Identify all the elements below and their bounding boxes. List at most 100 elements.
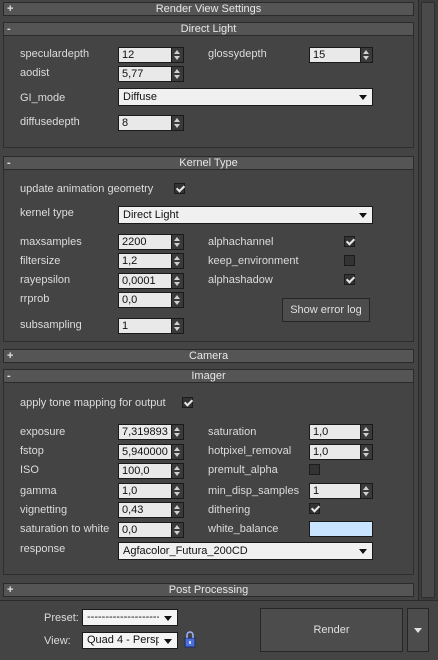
direct-light-rollout-header[interactable]: - Direct Light [3,22,414,36]
subsampling-spinner[interactable]: 1 [118,318,184,334]
diffusedepth-spinner[interactable]: 8 [118,115,184,131]
exposure-spinner[interactable]: 7,319893 [118,424,184,440]
chevron-down-icon [164,639,172,644]
saturation-to-white-spinner[interactable]: 0,0 [118,522,184,538]
spinner-arrows-icon[interactable] [171,48,183,62]
spinner-arrows-icon[interactable] [171,293,183,307]
spinner-arrows-icon[interactable] [171,254,183,268]
filtersize-spinner[interactable]: 1,2 [118,253,184,269]
spinner-arrows-icon[interactable] [171,484,183,498]
subsampling-value[interactable]: 1 [119,319,171,333]
alphashadow-checkbox[interactable] [344,274,355,285]
expand-icon: + [7,350,14,362]
rayepsilon-label: rayepsilon [20,274,71,286]
iso-value[interactable]: 100,0 [119,464,171,478]
post-processing-rollout-header[interactable]: + Post Processing [3,583,414,597]
aodist-value[interactable]: 5,77 [119,67,171,81]
alphachannel-checkbox[interactable] [344,236,355,247]
saturation-value[interactable]: 1,0 [310,425,360,439]
fstop-spinner[interactable]: 5,940000 [118,444,184,460]
spinner-arrows-icon[interactable] [360,484,372,498]
spinner-arrows-icon[interactable] [171,319,183,333]
glossydepth-value[interactable]: 15 [310,48,360,62]
spinner-arrows-icon[interactable] [171,116,183,130]
iso-spinner[interactable]: 100,0 [118,463,184,479]
spinner-arrows-icon[interactable] [360,445,372,459]
dithering-checkbox[interactable] [309,503,320,514]
spinner-arrows-icon[interactable] [171,67,183,81]
keep-environment-checkbox[interactable] [344,255,355,266]
lock-view-icon[interactable] [183,631,197,648]
rrprob-value[interactable]: 0,0 [119,293,171,307]
spinner-arrows-icon[interactable] [171,274,183,288]
keep-environment-label: keep_environment [208,255,299,267]
saturation-spinner[interactable]: 1,0 [309,424,373,440]
gamma-value[interactable]: 1,0 [119,484,171,498]
spinner-arrows-icon[interactable] [360,48,372,62]
premult-alpha-label: premult_alpha [208,464,278,476]
hotpixel-removal-label: hotpixel_removal [208,445,292,457]
gi-mode-dropdown[interactable]: Diffuse [118,88,373,106]
kernel-type-value: Direct Light [123,209,179,221]
rollout-title: Post Processing [168,584,249,596]
vignetting-spinner[interactable]: 0,43 [118,502,184,518]
fstop-label: fstop [20,445,44,457]
rayepsilon-spinner[interactable]: 0,0001 [118,273,184,289]
spinner-arrows-icon[interactable] [171,235,183,249]
hotpixel-removal-spinner[interactable]: 1,0 [309,444,373,460]
premult-alpha-checkbox[interactable] [309,464,320,475]
glossydepth-label: glossydepth [208,48,267,60]
view-dropdown[interactable]: Quad 4 - Perspe [82,632,178,649]
maxsamples-spinner[interactable]: 2200 [118,234,184,250]
preset-label: Preset: [44,612,79,624]
scrollbar-thumb[interactable] [421,2,435,598]
kernel-type-rollout-header[interactable]: - Kernel Type [3,156,414,170]
chevron-down-icon [359,95,367,100]
diffusedepth-value[interactable]: 8 [119,116,171,130]
show-error-log-button[interactable]: Show error log [282,298,370,322]
panel-title: Render View Settings [155,3,262,15]
response-dropdown[interactable]: Agfacolor_Futura_200CD [118,542,373,560]
apply-tone-mapping-checkbox[interactable] [182,397,193,408]
glossydepth-spinner[interactable]: 15 [309,47,373,63]
render-options-button[interactable] [407,608,429,652]
exposure-label: exposure [20,426,66,438]
fstop-value[interactable]: 5,940000 [119,445,171,459]
rollout-title: Camera [188,350,229,362]
iso-label: ISO [20,464,39,476]
rollout-title: Direct Light [180,23,237,35]
white-balance-color-swatch[interactable] [309,521,373,537]
response-value: Agfacolor_Futura_200CD [123,545,248,557]
spinner-arrows-icon[interactable] [171,425,183,439]
speculardepth-value[interactable]: 12 [119,48,171,62]
rrprob-spinner[interactable]: 0,0 [118,292,184,308]
kernel-type-dropdown[interactable]: Direct Light [118,206,373,224]
camera-rollout-header[interactable]: + Camera [3,349,414,363]
spinner-arrows-icon[interactable] [171,503,183,517]
saturation-to-white-value[interactable]: 0,0 [119,523,171,537]
speculardepth-spinner[interactable]: 12 [118,47,184,63]
exposure-value[interactable]: 7,319893 [119,425,171,439]
spinner-arrows-icon[interactable] [171,445,183,459]
maxsamples-value[interactable]: 2200 [119,235,171,249]
gamma-spinner[interactable]: 1,0 [118,483,184,499]
imager-rollout-header[interactable]: - Imager [3,369,414,383]
min-disp-samples-spinner[interactable]: 1 [309,483,373,499]
view-label: View: [44,635,71,647]
filtersize-label: filtersize [20,255,61,267]
update-animation-geometry-checkbox[interactable] [174,183,185,194]
rayepsilon-value[interactable]: 0,0001 [119,274,171,288]
min-disp-samples-value[interactable]: 1 [310,484,360,498]
render-view-settings-header[interactable]: + Render View Settings [3,2,414,16]
update-animation-geometry-label: update animation geometry [20,183,154,195]
render-button[interactable]: Render [260,608,403,652]
spinner-arrows-icon[interactable] [171,523,183,537]
vignetting-value[interactable]: 0,43 [119,503,171,517]
hotpixel-removal-value[interactable]: 1,0 [310,445,360,459]
preset-dropdown[interactable]: -------------------- [82,609,178,626]
filtersize-value[interactable]: 1,2 [119,254,171,268]
spinner-arrows-icon[interactable] [171,464,183,478]
spinner-arrows-icon[interactable] [360,425,372,439]
kernel-type-label: kernel type [20,207,74,219]
aodist-spinner[interactable]: 5,77 [118,66,184,82]
